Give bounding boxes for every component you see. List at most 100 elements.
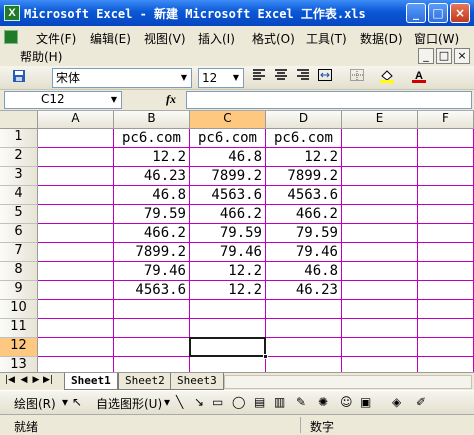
cell-c3[interactable]: 7899.2 bbox=[190, 167, 266, 186]
doc-minimize-button[interactable]: _ bbox=[418, 48, 434, 64]
cell-b5[interactable]: 79.59 bbox=[114, 205, 190, 224]
column-header-c[interactable]: C bbox=[190, 111, 266, 129]
cell-f7[interactable] bbox=[418, 243, 474, 262]
menu-window[interactable]: 窗口(W) bbox=[414, 30, 459, 47]
align-left-icon[interactable] bbox=[250, 69, 268, 87]
cell-a8[interactable] bbox=[38, 262, 114, 281]
formula-input[interactable] bbox=[186, 91, 472, 109]
cell-b8[interactable]: 79.46 bbox=[114, 262, 190, 281]
cell-a9[interactable] bbox=[38, 281, 114, 300]
cell-b6[interactable]: 466.2 bbox=[114, 224, 190, 243]
clipart-icon[interactable]: ☺ bbox=[340, 395, 353, 409]
active-cell-selection[interactable] bbox=[189, 337, 268, 359]
cell-d12[interactable] bbox=[266, 338, 342, 357]
cell-d2[interactable]: 12.2 bbox=[266, 148, 342, 167]
cell-e4[interactable] bbox=[342, 186, 418, 205]
cell-d9[interactable]: 46.23 bbox=[266, 281, 342, 300]
cell-d5[interactable]: 466.2 bbox=[266, 205, 342, 224]
cell-a13[interactable] bbox=[38, 357, 114, 372]
cell-a4[interactable] bbox=[38, 186, 114, 205]
doc-close-button[interactable]: × bbox=[454, 48, 470, 64]
cell-b4[interactable]: 46.8 bbox=[114, 186, 190, 205]
autoshapes-button[interactable]: 自选图形(U) bbox=[96, 395, 162, 412]
last-sheet-icon[interactable]: ▶| bbox=[42, 375, 54, 385]
prev-sheet-icon[interactable]: ◀ bbox=[18, 375, 30, 385]
excel-app-icon[interactable]: X bbox=[4, 5, 20, 21]
first-sheet-icon[interactable]: |◀ bbox=[4, 375, 16, 385]
cell-e8[interactable] bbox=[342, 262, 418, 281]
menu-view[interactable]: 视图(V) bbox=[144, 30, 186, 47]
cell-f1[interactable] bbox=[418, 129, 474, 148]
cell-f5[interactable] bbox=[418, 205, 474, 224]
cell-f6[interactable] bbox=[418, 224, 474, 243]
fx-icon[interactable]: fx bbox=[166, 92, 176, 107]
minimize-button[interactable]: _ bbox=[406, 3, 426, 23]
row-header-5[interactable]: 5 bbox=[0, 205, 38, 224]
oval-icon[interactable]: ◯ bbox=[232, 395, 245, 409]
row-header-4[interactable]: 4 bbox=[0, 186, 38, 205]
borders-icon[interactable] bbox=[344, 69, 370, 87]
font-color-icon[interactable]: A bbox=[406, 69, 432, 87]
row-header-7[interactable]: 7 bbox=[0, 243, 38, 262]
cell-c10[interactable] bbox=[190, 300, 266, 319]
row-header-9[interactable]: 9 bbox=[0, 281, 38, 300]
cell-b7[interactable]: 7899.2 bbox=[114, 243, 190, 262]
fill-handle[interactable] bbox=[263, 354, 268, 359]
row-header-12[interactable]: 12 bbox=[0, 338, 38, 357]
row-header-6[interactable]: 6 bbox=[0, 224, 38, 243]
wordart-icon[interactable]: ✎ bbox=[296, 395, 306, 409]
select-all-corner[interactable] bbox=[0, 111, 38, 129]
row-header-1[interactable]: 1 bbox=[0, 129, 38, 148]
cell-e13[interactable] bbox=[342, 357, 418, 372]
cell-a10[interactable] bbox=[38, 300, 114, 319]
name-box[interactable]: C12 ▼ bbox=[4, 91, 122, 109]
cell-d3[interactable]: 7899.2 bbox=[266, 167, 342, 186]
rectangle-icon[interactable]: ▭ bbox=[212, 395, 223, 409]
menu-tools[interactable]: 工具(T) bbox=[306, 30, 347, 47]
diagram-icon[interactable]: ✺ bbox=[318, 395, 328, 409]
draw-menu-button[interactable]: 绘图(R) bbox=[14, 395, 56, 412]
cell-a12[interactable] bbox=[38, 338, 114, 357]
cell-b11[interactable] bbox=[114, 319, 190, 338]
cell-c5[interactable]: 466.2 bbox=[190, 205, 266, 224]
column-header-f[interactable]: F bbox=[418, 111, 474, 129]
menu-format[interactable]: 格式(O) bbox=[252, 30, 295, 47]
select-objects-icon[interactable]: ↖ bbox=[72, 395, 82, 409]
cell-a2[interactable] bbox=[38, 148, 114, 167]
column-header-a[interactable]: A bbox=[38, 111, 114, 129]
font-name-select[interactable]: 宋体 ▼ bbox=[52, 68, 192, 88]
cell-d1[interactable]: pc6.com bbox=[266, 129, 342, 148]
cell-c2[interactable]: 46.8 bbox=[190, 148, 266, 167]
doc-restore-button[interactable]: □ bbox=[436, 48, 452, 64]
maximize-button[interactable]: □ bbox=[428, 3, 448, 23]
align-right-icon[interactable] bbox=[294, 69, 312, 87]
cell-d6[interactable]: 79.59 bbox=[266, 224, 342, 243]
column-header-e[interactable]: E bbox=[342, 111, 418, 129]
cell-b1[interactable]: pc6.com bbox=[114, 129, 190, 148]
align-center-icon[interactable] bbox=[272, 69, 290, 87]
cell-d8[interactable]: 46.8 bbox=[266, 262, 342, 281]
cell-b12[interactable] bbox=[114, 338, 190, 357]
row-header-10[interactable]: 10 bbox=[0, 300, 38, 319]
cell-d10[interactable] bbox=[266, 300, 342, 319]
cell-f3[interactable] bbox=[418, 167, 474, 186]
cell-e2[interactable] bbox=[342, 148, 418, 167]
cell-e1[interactable] bbox=[342, 129, 418, 148]
cell-b10[interactable] bbox=[114, 300, 190, 319]
cell-a6[interactable] bbox=[38, 224, 114, 243]
cell-e3[interactable] bbox=[342, 167, 418, 186]
menu-insert[interactable]: 插入(I) bbox=[198, 30, 235, 47]
cell-b2[interactable]: 12.2 bbox=[114, 148, 190, 167]
cell-f13[interactable] bbox=[418, 357, 474, 372]
cell-c13[interactable] bbox=[190, 357, 266, 372]
fill-color-icon[interactable]: ◈ bbox=[392, 395, 401, 409]
cell-c1[interactable]: pc6.com bbox=[190, 129, 266, 148]
cell-a1[interactable] bbox=[38, 129, 114, 148]
vertical-textbox-icon[interactable]: ▥ bbox=[274, 395, 285, 409]
cell-d7[interactable]: 79.46 bbox=[266, 243, 342, 262]
cell-e10[interactable] bbox=[342, 300, 418, 319]
font-size-select[interactable]: 12 ▼ bbox=[198, 68, 244, 88]
row-header-2[interactable]: 2 bbox=[0, 148, 38, 167]
cell-e6[interactable] bbox=[342, 224, 418, 243]
cell-b13[interactable] bbox=[114, 357, 190, 372]
